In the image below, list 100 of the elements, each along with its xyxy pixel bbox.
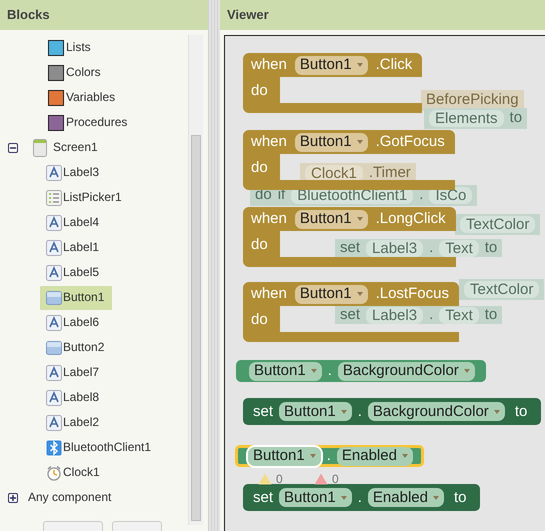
tree-item[interactable]: Colors — [64, 62, 103, 84]
faded-block-label: to — [484, 238, 498, 258]
property-getter-block[interactable]: Button1 . BackgroundColor — [236, 360, 486, 382]
tree-item[interactable]: BluetoothClient1 — [40, 436, 160, 460]
action-button[interactable] — [43, 521, 103, 531]
block-keyword: do — [251, 311, 268, 328]
faded-dropdown[interactable]: Text — [439, 306, 479, 324]
tree-item[interactable]: Button1 — [40, 286, 112, 310]
tree-item[interactable]: Screen1 — [51, 136, 100, 158]
tree-item[interactable]: Variables — [64, 86, 118, 108]
tree-item[interactable]: ListPicker1 — [40, 186, 130, 210]
component-dropdown[interactable]: Button1 — [294, 210, 368, 228]
color-swatch-icon — [48, 40, 64, 56]
component-dropdown[interactable]: Button1 — [248, 446, 321, 466]
faded-dropdown[interactable]: Elements — [429, 110, 504, 127]
dot-label: . — [358, 488, 362, 506]
caret-icon — [432, 496, 439, 500]
faded-block-label: to — [484, 304, 498, 325]
component-dropdown[interactable]: Enabled — [368, 488, 444, 507]
expand-icon[interactable] — [8, 492, 18, 502]
dot-label: . — [326, 447, 331, 465]
scrollbar[interactable] — [188, 35, 203, 525]
panel-title: Viewer — [220, 0, 545, 30]
block-keyword: do — [251, 82, 268, 99]
splitter[interactable] — [208, 0, 220, 531]
caret-icon — [340, 496, 347, 500]
caret-icon — [310, 369, 317, 373]
text-icon — [46, 164, 62, 180]
caret-icon — [340, 410, 347, 414]
event-name-label: .GotFocus — [376, 133, 445, 151]
block-keyword: when — [251, 133, 287, 151]
alarm-clock-icon — [46, 464, 62, 480]
component-dropdown[interactable]: Button1 — [294, 132, 368, 152]
tree-item[interactable]: Label8 — [40, 386, 108, 410]
dot-label: . — [328, 362, 332, 380]
block-keyword: when — [251, 56, 287, 74]
tree-item[interactable]: Label5 — [40, 260, 108, 284]
text-icon — [46, 240, 62, 256]
faded-block-label: BeforePicking — [426, 90, 519, 110]
faded-block-label: .Timer — [368, 163, 411, 184]
tree-item[interactable]: Button2 — [40, 336, 112, 360]
block-keyword: when — [251, 210, 287, 228]
tree-item[interactable]: Lists — [64, 36, 93, 58]
tree-item[interactable]: Label3 — [40, 160, 108, 184]
faded-block-label: . — [429, 238, 434, 258]
caret-icon — [310, 454, 316, 458]
panel-title: Blocks — [0, 0, 208, 30]
color-swatch-icon — [48, 114, 64, 130]
block-keyword: set — [253, 488, 274, 506]
block-keyword: when — [251, 285, 287, 303]
list-icon — [46, 190, 62, 206]
block-keyword: to — [454, 488, 466, 506]
event-block[interactable]: when Button1 .Click do — [243, 53, 422, 113]
tree-item[interactable]: Any component — [26, 486, 114, 508]
faded-block-label: to — [510, 108, 522, 128]
component-dropdown[interactable]: Button1 — [279, 402, 352, 421]
block-keyword: to — [514, 402, 528, 420]
action-button[interactable] — [112, 521, 162, 531]
component-dropdown[interactable]: Button1 — [249, 362, 322, 380]
component-dropdown[interactable]: Enabled — [336, 446, 413, 466]
text-icon — [46, 264, 62, 280]
component-dropdown[interactable]: Button1 — [294, 284, 368, 304]
event-name-label: .Click — [376, 56, 412, 74]
faded-block-label: set — [340, 238, 360, 258]
tree-item[interactable]: Label7 — [40, 360, 108, 384]
component-dropdown[interactable]: BackgroundColor — [368, 402, 505, 421]
caret-icon — [402, 454, 408, 458]
collapse-icon[interactable] — [8, 142, 18, 152]
faded-block-label: . — [429, 304, 434, 325]
faded-dropdown[interactable]: Label3 — [366, 240, 424, 256]
property-setter-block[interactable]: set Button1 . Enabled to — [243, 484, 480, 511]
bluetooth-icon — [46, 440, 62, 456]
phone-icon — [33, 138, 47, 156]
caret-icon — [356, 140, 363, 144]
tree-item[interactable]: Procedures — [64, 112, 130, 134]
faded-dropdown[interactable]: Label3 — [366, 306, 424, 324]
faded-dropdown[interactable]: TextColor — [460, 216, 536, 233]
faded-block-label: set — [340, 304, 360, 325]
tree-item[interactable]: Label4 — [40, 210, 108, 234]
text-icon — [46, 214, 62, 230]
tree-item[interactable]: Label2 — [40, 410, 108, 434]
faded-dropdown[interactable]: TextColor — [464, 281, 540, 298]
property-getter-block[interactable]: Button1 . Enabled — [235, 445, 424, 467]
caret-icon — [356, 292, 363, 296]
tree-item[interactable]: Label6 — [40, 310, 108, 334]
text-icon — [46, 390, 62, 406]
caret-icon — [356, 63, 363, 67]
color-swatch-icon — [48, 90, 64, 106]
tree-item[interactable]: Label1 — [40, 236, 108, 260]
faded-dropdown[interactable]: Text — [439, 240, 479, 256]
button-icon — [46, 340, 62, 356]
text-icon — [46, 364, 62, 380]
component-dropdown[interactable]: Button1 — [294, 56, 368, 74]
color-swatch-icon — [48, 64, 64, 80]
property-setter-block[interactable]: set Button1 . BackgroundColor to — [243, 398, 542, 425]
caret-icon — [356, 217, 363, 221]
tree-item[interactable]: Clock1 — [40, 460, 108, 484]
component-dropdown[interactable]: BackgroundColor — [338, 362, 475, 380]
text-icon — [46, 314, 62, 330]
component-dropdown[interactable]: Button1 — [279, 488, 352, 507]
